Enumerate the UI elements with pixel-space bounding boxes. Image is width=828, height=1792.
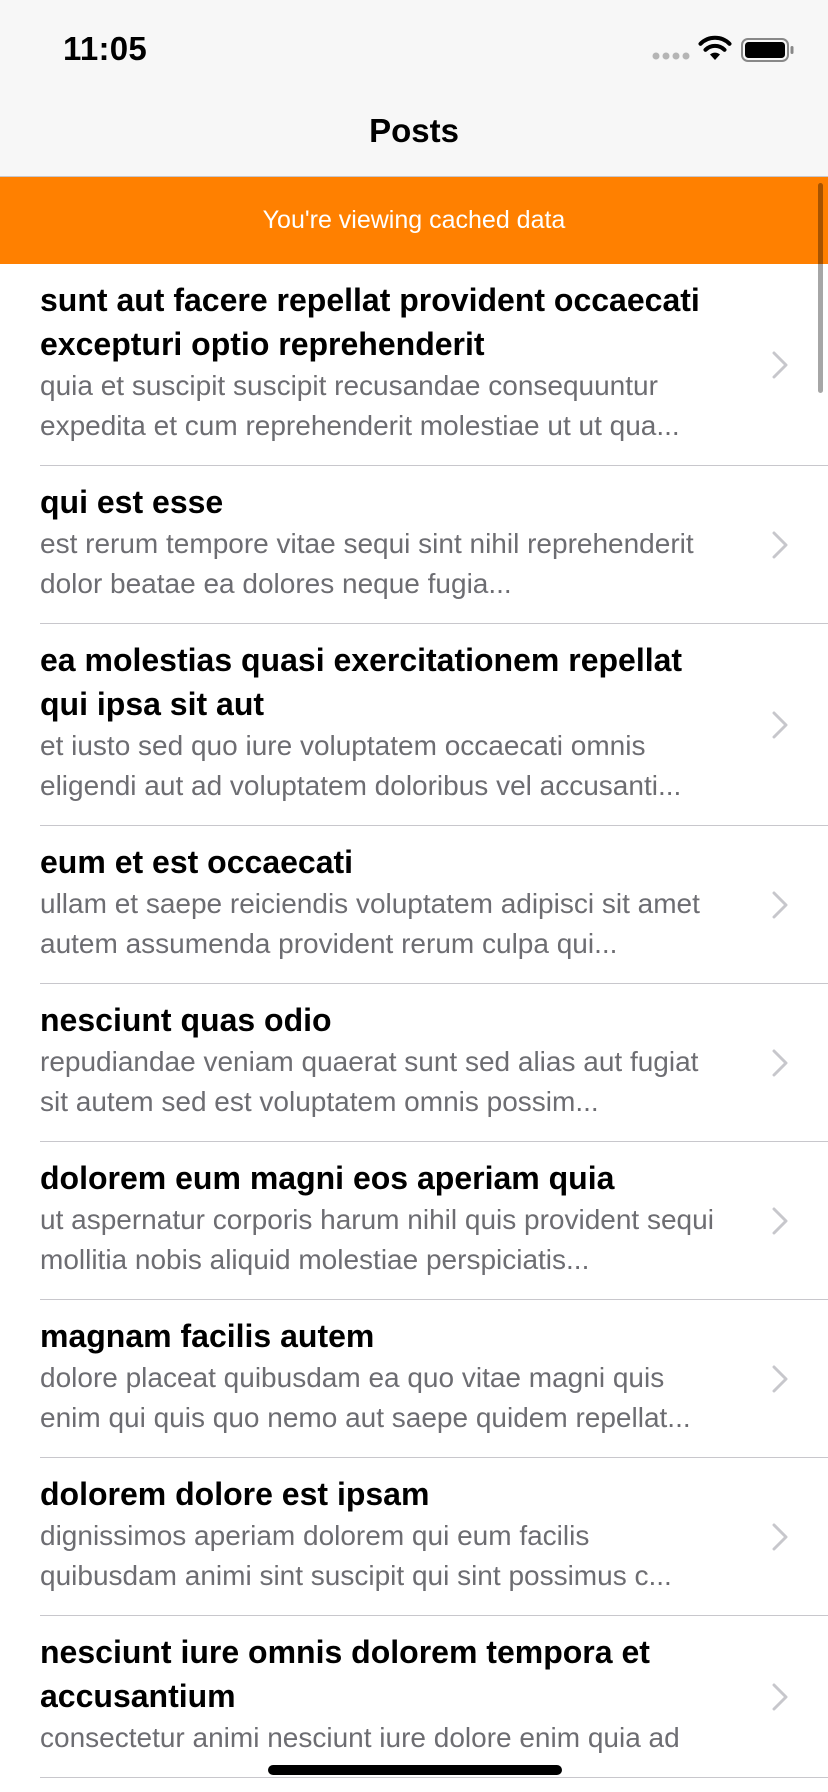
- post-content: dolorem dolore est ipsam dignissimos ape…: [0, 1458, 828, 1616]
- post-body: dignissimos aperiam dolorem qui eum faci…: [40, 1520, 672, 1591]
- table-row[interactable]: nesciunt quas odio repudiandae veniam qu…: [0, 984, 828, 1142]
- wifi-icon: [698, 35, 732, 60]
- scroll-indicator[interactable]: [818, 183, 823, 393]
- post-body: consectetur animi nesciunt iure dolore e…: [40, 1722, 680, 1753]
- table-row[interactable]: nesciunt iure omnis dolorem tempora et a…: [0, 1616, 828, 1778]
- post-body: est rerum tempore vitae sequi sint nihil…: [40, 528, 694, 599]
- navigation-bar: Posts: [0, 96, 828, 177]
- post-body: quia et suscipit suscipit recusandae con…: [40, 370, 680, 441]
- cached-data-banner: You're viewing cached data: [0, 177, 828, 264]
- page-title: Posts: [369, 112, 459, 149]
- post-content: nesciunt quas odio repudiandae veniam qu…: [0, 984, 828, 1142]
- chevron-right-icon: [772, 351, 788, 379]
- table-row[interactable]: dolorem eum magni eos aperiam quia ut as…: [0, 1142, 828, 1300]
- post-body: dolore placeat quibusdam ea quo vitae ma…: [40, 1362, 691, 1433]
- post-body: et iusto sed quo iure voluptatem occaeca…: [40, 730, 682, 801]
- post-content: sunt aut facere repellat provident occae…: [0, 264, 828, 466]
- status-time: 11:05: [63, 30, 148, 67]
- post-body: repudiandae veniam quaerat sunt sed alia…: [40, 1046, 699, 1117]
- chevron-right-icon: [772, 1683, 788, 1711]
- posts-list: sunt aut facere repellat provident occae…: [0, 264, 828, 1778]
- post-content: qui est esse est rerum tempore vitae seq…: [0, 466, 828, 624]
- chevron-right-icon: [772, 1207, 788, 1235]
- chevron-right-icon: [772, 711, 788, 739]
- post-body: ullam et saepe reiciendis voluptatem adi…: [40, 888, 700, 959]
- post-content: eum et est occaecati ullam et saepe reic…: [0, 826, 828, 984]
- chevron-right-icon: [772, 891, 788, 919]
- post-content: dolorem eum magni eos aperiam quia ut as…: [0, 1142, 828, 1300]
- chevron-right-icon: [772, 531, 788, 559]
- post-title: sunt aut facere repellat provident occae…: [40, 282, 700, 362]
- home-indicator[interactable]: [268, 1765, 562, 1775]
- post-title: nesciunt iure omnis dolorem tempora et a…: [40, 1634, 650, 1714]
- post-title: ea molestias quasi exercitationem repell…: [40, 642, 683, 722]
- post-content: magnam facilis autem dolore placeat quib…: [0, 1300, 828, 1458]
- post-content: ea molestias quasi exercitationem repell…: [0, 624, 828, 826]
- post-body: ut aspernatur corporis harum nihil quis …: [40, 1204, 714, 1275]
- table-row[interactable]: eum et est occaecati ullam et saepe reic…: [0, 826, 828, 984]
- chevron-right-icon: [772, 1365, 788, 1393]
- chevron-right-icon: [772, 1049, 788, 1077]
- chevron-right-icon: [772, 1523, 788, 1551]
- post-title: dolorem eum magni eos aperiam quia: [40, 1160, 615, 1196]
- status-bar: 11:05: [0, 0, 828, 96]
- post-title: eum et est occaecati: [40, 844, 354, 880]
- table-row[interactable]: sunt aut facere repellat provident occae…: [0, 264, 828, 466]
- post-content: nesciunt iure omnis dolorem tempora et a…: [0, 1616, 828, 1778]
- table-row[interactable]: qui est esse est rerum tempore vitae seq…: [0, 466, 828, 624]
- post-title: magnam facilis autem: [40, 1318, 375, 1354]
- table-row[interactable]: ea molestias quasi exercitationem repell…: [0, 624, 828, 826]
- post-title: nesciunt quas odio: [40, 1002, 332, 1038]
- post-title: qui est esse: [40, 484, 224, 520]
- table-row[interactable]: magnam facilis autem dolore placeat quib…: [0, 1300, 828, 1458]
- battery-icon: [741, 38, 794, 62]
- signal-icon: [652, 52, 690, 60]
- table-row[interactable]: dolorem dolore est ipsam dignissimos ape…: [0, 1458, 828, 1616]
- post-title: dolorem dolore est ipsam: [40, 1476, 430, 1512]
- row-divider: [40, 1777, 828, 1778]
